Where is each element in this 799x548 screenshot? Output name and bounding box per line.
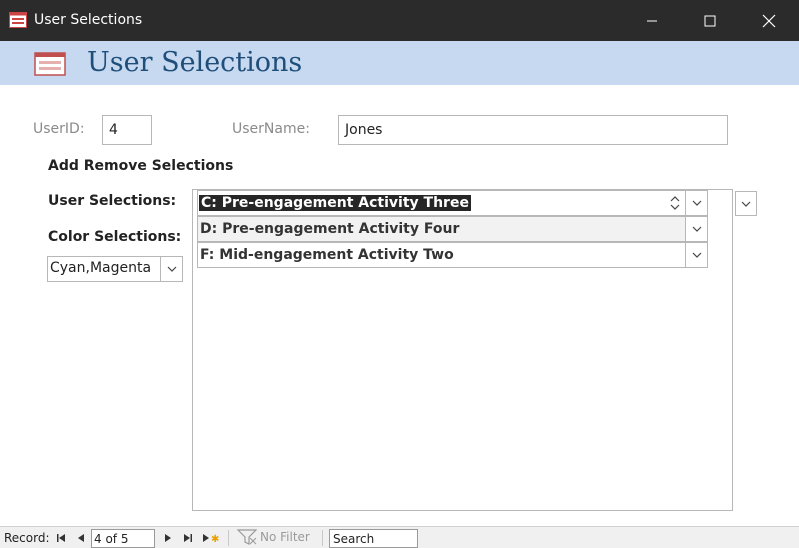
chevron-down-icon	[692, 226, 701, 232]
list-item[interactable]: F: Mid-engagement Activity Two	[197, 242, 708, 268]
list-item[interactable]: C: Pre-engagement Activity Three	[197, 190, 708, 216]
username-field[interactable]: Jones	[338, 115, 728, 145]
window-titlebar: User Selections	[0, 0, 799, 41]
maximize-icon	[704, 15, 716, 26]
window-title: User Selections	[34, 12, 143, 28]
color-selections-label: Color Selections:	[48, 229, 182, 245]
list-item-text: D: Pre-engagement Activity Four	[200, 221, 460, 237]
username-label: UserName:	[232, 121, 310, 137]
first-record-icon	[57, 534, 65, 542]
row-dropdown-button[interactable]	[685, 217, 707, 241]
svg-text:✱: ✱	[211, 534, 219, 543]
record-navigator: Record: 4 of 5 ✱ No Filter Search	[0, 526, 799, 548]
form-title: User Selections	[87, 47, 303, 78]
last-record-icon	[184, 534, 192, 542]
filter-toggle[interactable]: No Filter	[236, 529, 310, 545]
chevron-down-icon	[692, 252, 701, 258]
chevron-down-icon	[167, 266, 176, 272]
chevron-down-icon	[670, 204, 680, 210]
last-record-button[interactable]	[181, 530, 195, 546]
previous-record-icon	[78, 534, 84, 542]
list-item-text: F: Mid-engagement Activity Two	[200, 247, 454, 263]
chevron-up-icon	[670, 196, 680, 202]
new-record-icon: ✱	[203, 534, 219, 543]
next-record-icon	[165, 534, 171, 542]
user-selections-subform: C: Pre-engagement Activity Three D: Pre-…	[192, 189, 733, 511]
first-record-button[interactable]	[54, 530, 68, 546]
form-header: User Selections	[0, 41, 799, 85]
userid-label: UserID:	[33, 121, 85, 137]
user-selections-label: User Selections:	[48, 193, 177, 209]
row-dropdown-button[interactable]	[685, 191, 707, 215]
record-position-field[interactable]: 4 of 5	[91, 529, 155, 548]
spinner-control[interactable]	[667, 192, 683, 214]
minimize-button[interactable]	[623, 0, 681, 41]
list-item-text: C: Pre-engagement Activity Three	[199, 195, 471, 211]
navigator-divider	[228, 530, 229, 546]
close-icon	[762, 14, 776, 27]
section-heading: Add Remove Selections	[48, 158, 234, 174]
close-button[interactable]	[740, 0, 798, 41]
chevron-down-icon	[741, 201, 751, 207]
maximize-button[interactable]	[681, 0, 739, 41]
form-icon	[34, 52, 66, 76]
color-selections-dropdown-button[interactable]	[160, 257, 182, 281]
userid-field[interactable]: 4	[102, 115, 152, 145]
chevron-down-icon	[692, 200, 701, 206]
user-selections-dropdown-button[interactable]	[735, 191, 757, 216]
record-label: Record:	[4, 531, 50, 545]
color-selections-value: Cyan,Magenta	[50, 260, 152, 276]
minimize-icon	[647, 20, 657, 21]
color-selections-combo[interactable]: Cyan,Magenta	[47, 256, 183, 282]
form-app-icon	[9, 12, 27, 28]
next-record-button[interactable]	[161, 530, 175, 546]
search-input[interactable]: Search	[329, 529, 418, 548]
filter-icon	[236, 529, 258, 545]
filter-label: No Filter	[260, 530, 310, 544]
list-item[interactable]: D: Pre-engagement Activity Four	[197, 216, 708, 242]
navigator-divider	[322, 530, 323, 546]
row-dropdown-button[interactable]	[685, 243, 707, 267]
previous-record-button[interactable]	[74, 530, 88, 546]
new-record-button[interactable]: ✱	[201, 530, 221, 546]
